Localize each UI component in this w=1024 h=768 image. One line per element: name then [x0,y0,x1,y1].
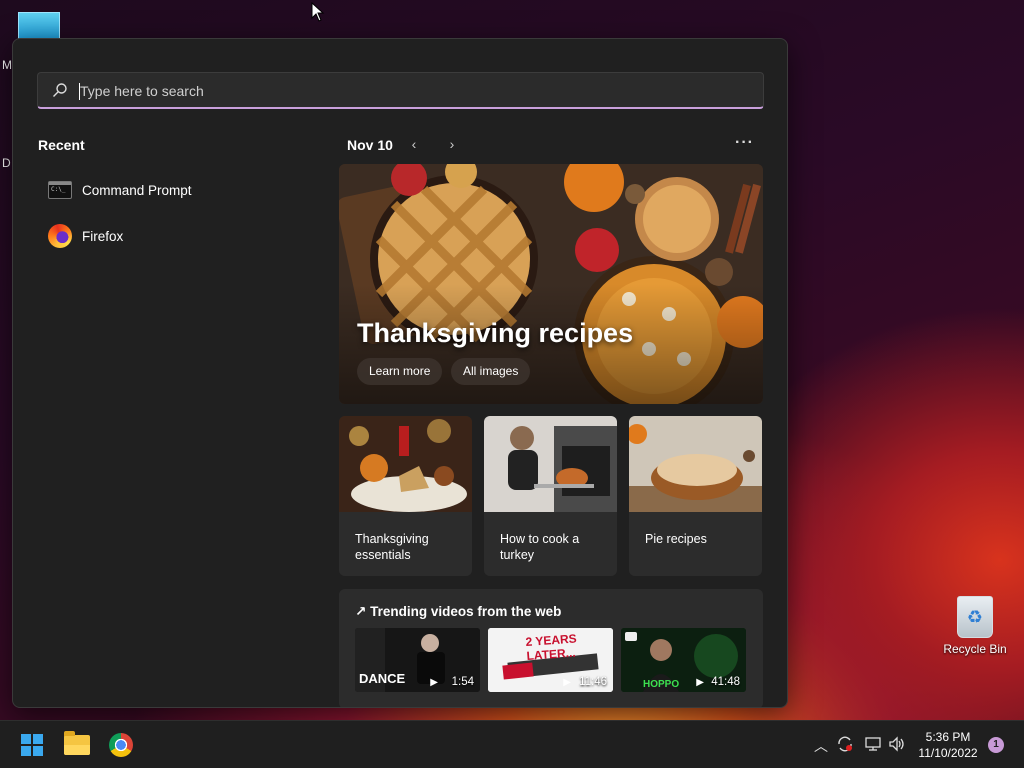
recent-item-label: Firefox [82,228,124,244]
video-duration: 11:46 [579,676,607,688]
trending-video[interactable]: HOPPO ▶ 41:48 [621,628,746,692]
search-icon [53,83,67,97]
card-how-to-cook-a-turkey[interactable]: How to cook a turkey [484,416,617,576]
chrome-button[interactable] [105,729,137,761]
trending-video[interactable]: DANCE ▶ 1:54 [355,628,480,692]
taskbar: ︿ 5:36 PM 11/10/2022 1 [0,720,1024,768]
play-icon: ▶ [696,677,704,688]
play-icon: ▶ [563,677,571,688]
windows-logo-icon [21,734,43,756]
card-pie-recipes[interactable]: Pie recipes [629,416,762,576]
recycle-bin[interactable]: ♻ Recycle Bin [940,596,1010,656]
recent-item-label: Command Prompt [82,182,192,198]
play-icon: ▶ [430,677,438,688]
chevron-right-icon[interactable]: › [442,134,462,154]
video-duration: 41:48 [711,676,740,688]
search-input[interactable] [80,73,740,108]
desktop-shortcut-icon[interactable] [18,12,60,40]
file-explorer-button[interactable] [61,729,93,761]
hero-title: Thanksgiving recipes [357,318,634,348]
network-icon[interactable] [864,735,882,753]
mouse-cursor-icon [311,2,325,22]
video-duration: 1:54 [451,676,474,688]
desktop-label-fragment: D [2,156,11,170]
video-overlay-text: HOPPO [643,679,680,690]
chevron-up-icon[interactable]: ︿ [814,736,828,756]
card-thanksgiving-essentials[interactable]: Thanksgiving essentials [339,416,472,576]
more-options-button[interactable]: ··· [735,134,754,152]
recent-heading: Recent [38,137,85,153]
clock-time: 5:36 PM [925,730,971,744]
hero-card[interactable]: Thanksgiving recipes Learn more All imag… [339,164,763,404]
card-caption: How to cook a turkey [500,532,580,562]
trending-video[interactable]: 2 YEARS LATER... ▶ 11:46 [488,628,613,692]
learn-more-button[interactable]: Learn more [357,358,443,385]
recent-item-firefox[interactable]: Firefox [38,217,308,255]
system-clock[interactable]: 5:36 PM 11/10/2022 [912,729,984,761]
chrome-icon [109,733,133,757]
trending-videos-card: ↗ Trending videos from the web DANCE ▶ 1… [339,589,763,707]
all-images-button[interactable]: All images [451,358,531,385]
chevron-left-icon[interactable]: ‹ [404,134,424,154]
clock-date: 11/10/2022 [918,746,978,760]
sync-icon[interactable] [836,735,854,753]
card-caption: Thanksgiving essentials [355,532,429,562]
card-image [629,416,762,512]
notification-badge[interactable]: 1 [988,737,1004,753]
recycle-bin-label: Recycle Bin [943,642,1007,656]
search-box[interactable] [37,72,764,109]
desktop-label-fragment: M [2,58,12,72]
volume-icon[interactable] [888,735,906,753]
video-overlay-text: DANCE [359,671,406,686]
recycle-bin-icon: ♻ [957,596,993,638]
start-button[interactable] [16,729,48,761]
start-menu-panel: Recent Command Prompt Firefox Nov 10 ‹ ›… [12,38,788,708]
card-image [339,416,472,512]
firefox-icon [48,224,72,248]
folder-icon [64,731,90,755]
card-image [484,416,617,512]
command-prompt-icon [48,181,72,199]
trending-arrow-icon: ↗ [355,604,367,619]
trending-heading: ↗ Trending videos from the web [355,604,562,619]
recent-item-command-prompt[interactable]: Command Prompt [38,171,308,209]
widgets-date: Nov 10 [347,137,393,153]
card-caption: Pie recipes [645,532,707,546]
video-overlay-text: 2 YEARS LATER... [525,631,578,664]
